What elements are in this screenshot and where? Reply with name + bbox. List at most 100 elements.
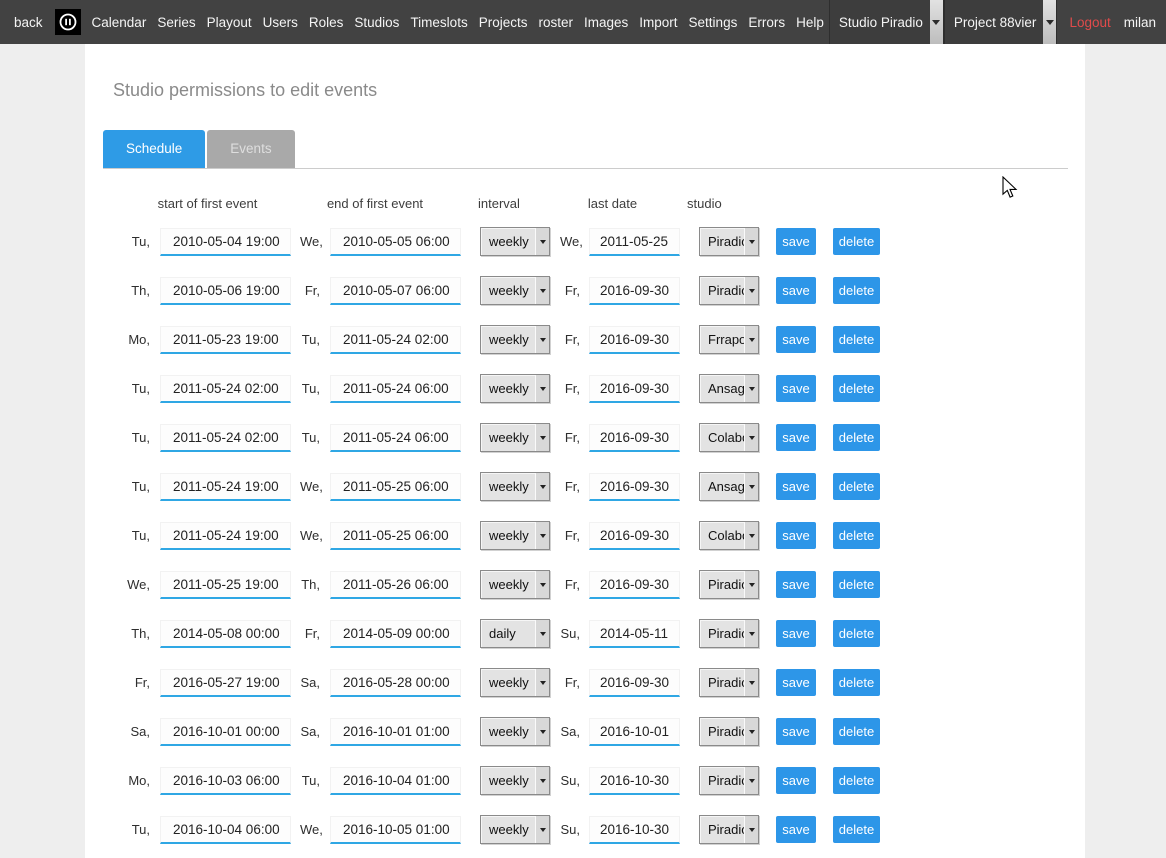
studio-select[interactable]: Ansage xyxy=(699,374,759,403)
save-button[interactable]: save xyxy=(776,718,816,745)
save-button[interactable]: save xyxy=(776,522,816,549)
nav-item-projects[interactable]: Projects xyxy=(479,15,528,30)
start-datetime-input[interactable] xyxy=(160,718,291,746)
start-datetime-input[interactable] xyxy=(160,669,291,697)
start-datetime-input[interactable] xyxy=(160,228,291,256)
save-button[interactable]: save xyxy=(776,277,816,304)
save-button[interactable]: save xyxy=(776,669,816,696)
delete-button[interactable]: delete xyxy=(833,375,880,402)
last-date-input[interactable] xyxy=(589,277,680,305)
interval-select[interactable]: weekly xyxy=(480,766,550,795)
interval-select[interactable]: weekly xyxy=(480,227,550,256)
interval-select[interactable]: weekly xyxy=(480,521,550,550)
nav-item-import[interactable]: Import xyxy=(639,15,677,30)
start-datetime-input[interactable] xyxy=(160,277,291,305)
nav-item-roles[interactable]: Roles xyxy=(309,15,344,30)
studio-select[interactable]: Piradio xyxy=(699,766,759,795)
studio-select[interactable]: Frrapo xyxy=(699,325,759,354)
last-date-input[interactable] xyxy=(589,816,680,844)
end-datetime-input[interactable] xyxy=(330,375,461,403)
back-link[interactable]: back xyxy=(14,15,43,30)
save-button[interactable]: save xyxy=(776,375,816,402)
save-button[interactable]: save xyxy=(776,767,816,794)
end-datetime-input[interactable] xyxy=(330,620,461,648)
last-date-input[interactable] xyxy=(589,326,680,354)
nav-item-errors[interactable]: Errors xyxy=(748,15,785,30)
end-datetime-input[interactable] xyxy=(330,424,461,452)
start-datetime-input[interactable] xyxy=(160,375,291,403)
studio-select[interactable]: Ansage xyxy=(699,472,759,501)
delete-button[interactable]: delete xyxy=(833,424,880,451)
logout-link[interactable]: Logout xyxy=(1069,15,1110,30)
end-datetime-input[interactable] xyxy=(330,571,461,599)
save-button[interactable]: save xyxy=(776,424,816,451)
end-datetime-input[interactable] xyxy=(330,277,461,305)
studio-select[interactable]: Piradio xyxy=(699,717,759,746)
start-datetime-input[interactable] xyxy=(160,424,291,452)
interval-select[interactable]: weekly xyxy=(480,325,550,354)
last-date-input[interactable] xyxy=(589,522,680,550)
delete-button[interactable]: delete xyxy=(833,277,880,304)
start-datetime-input[interactable] xyxy=(160,571,291,599)
nav-item-studios[interactable]: Studios xyxy=(354,15,399,30)
nav-item-timeslots[interactable]: Timeslots xyxy=(410,15,467,30)
interval-select[interactable]: daily xyxy=(480,619,550,648)
nav-item-playout[interactable]: Playout xyxy=(207,15,252,30)
delete-button[interactable]: delete xyxy=(833,620,880,647)
end-datetime-input[interactable] xyxy=(330,326,461,354)
last-date-input[interactable] xyxy=(589,571,680,599)
end-datetime-input[interactable] xyxy=(330,473,461,501)
delete-button[interactable]: delete xyxy=(833,522,880,549)
tab-schedule[interactable]: Schedule xyxy=(103,130,205,168)
end-datetime-input[interactable] xyxy=(330,522,461,550)
save-button[interactable]: save xyxy=(776,228,816,255)
start-datetime-input[interactable] xyxy=(160,326,291,354)
last-date-input[interactable] xyxy=(589,228,680,256)
end-datetime-input[interactable] xyxy=(330,228,461,256)
interval-select[interactable]: weekly xyxy=(480,374,550,403)
delete-button[interactable]: delete xyxy=(833,718,880,745)
nav-item-users[interactable]: Users xyxy=(263,15,298,30)
end-datetime-input[interactable] xyxy=(330,816,461,844)
delete-button[interactable]: delete xyxy=(833,669,880,696)
nav-item-series[interactable]: Series xyxy=(157,15,195,30)
start-datetime-input[interactable] xyxy=(160,522,291,550)
interval-select[interactable]: weekly xyxy=(480,276,550,305)
interval-select[interactable]: weekly xyxy=(480,717,550,746)
end-datetime-input[interactable] xyxy=(330,669,461,697)
nav-item-calendar[interactable]: Calendar xyxy=(92,15,147,30)
interval-select[interactable]: weekly xyxy=(480,570,550,599)
last-date-input[interactable] xyxy=(589,473,680,501)
nav-item-images[interactable]: Images xyxy=(584,15,628,30)
piradio-logo-icon[interactable] xyxy=(55,9,81,35)
delete-button[interactable]: delete xyxy=(833,326,880,353)
studio-select[interactable]: Piradio xyxy=(699,276,759,305)
nav-item-roster[interactable]: roster xyxy=(538,15,573,30)
last-date-input[interactable] xyxy=(589,718,680,746)
save-button[interactable]: save xyxy=(776,326,816,353)
last-date-input[interactable] xyxy=(589,375,680,403)
last-date-input[interactable] xyxy=(589,767,680,795)
save-button[interactable]: save xyxy=(776,816,816,843)
last-date-input[interactable] xyxy=(589,620,680,648)
save-button[interactable]: save xyxy=(776,620,816,647)
nav-item-help[interactable]: Help xyxy=(796,15,824,30)
studio-select[interactable]: Piradio xyxy=(699,570,759,599)
last-date-input[interactable] xyxy=(589,669,680,697)
delete-button[interactable]: delete xyxy=(833,473,880,500)
delete-button[interactable]: delete xyxy=(833,816,880,843)
delete-button[interactable]: delete xyxy=(833,767,880,794)
delete-button[interactable]: delete xyxy=(833,571,880,598)
save-button[interactable]: save xyxy=(776,473,816,500)
project-dropdown[interactable]: Project 88vier xyxy=(944,0,1058,44)
interval-select[interactable]: weekly xyxy=(480,668,550,697)
studio-select[interactable]: Colabo xyxy=(699,423,759,452)
studio-select[interactable]: Piradio xyxy=(699,619,759,648)
interval-select[interactable]: weekly xyxy=(480,472,550,501)
end-datetime-input[interactable] xyxy=(330,767,461,795)
tab-events[interactable]: Events xyxy=(207,130,294,168)
start-datetime-input[interactable] xyxy=(160,767,291,795)
studio-dropdown[interactable]: Studio Piradio xyxy=(829,0,944,44)
start-datetime-input[interactable] xyxy=(160,473,291,501)
last-date-input[interactable] xyxy=(589,424,680,452)
